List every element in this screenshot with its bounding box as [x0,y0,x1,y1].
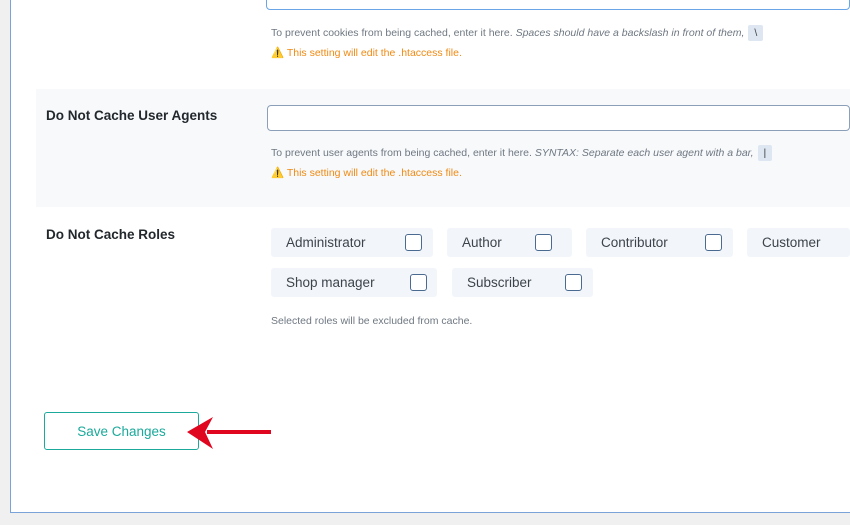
roles-note: Selected roles will be excluded from cac… [271,315,473,327]
checkbox[interactable] [565,274,582,291]
arrow-left-icon [187,417,271,449]
checkbox[interactable] [535,234,552,251]
warning-triangle-icon: ⚠️ [271,167,285,179]
checkbox[interactable] [410,274,427,291]
save-changes-button[interactable]: Save Changes [44,412,199,450]
checkbox[interactable] [405,234,422,251]
warning-triangle-icon: ⚠️ [271,47,285,59]
cookies-warning: ⚠️ This setting will edit the .htaccess … [271,47,462,59]
role-customer[interactable]: Customer [747,228,850,257]
bar-code: | [757,145,773,161]
cookies-description: To prevent cookies from being cached, en… [271,25,846,41]
user-agents-warning: ⚠️ This setting will edit the .htaccess … [271,167,462,179]
do-not-cache-user-agents-input[interactable] [267,105,850,131]
role-author[interactable]: Author [447,228,572,257]
do-not-cache-cookies-input[interactable] [266,0,850,10]
roles-label: Do Not Cache Roles [46,227,176,242]
role-contributor[interactable]: Contributor [586,228,733,257]
role-shop-manager[interactable]: Shop manager [271,268,437,297]
backslash-code: \ [748,25,764,41]
user-agents-row: Do Not Cache User Agents To prevent user… [36,89,850,207]
role-administrator[interactable]: Administrator [271,228,433,257]
checkbox[interactable] [705,234,722,251]
user-agents-description: To prevent user agents from being cached… [271,145,846,161]
user-agents-label: Do Not Cache User Agents [46,108,218,123]
role-subscriber[interactable]: Subscriber [452,268,593,297]
